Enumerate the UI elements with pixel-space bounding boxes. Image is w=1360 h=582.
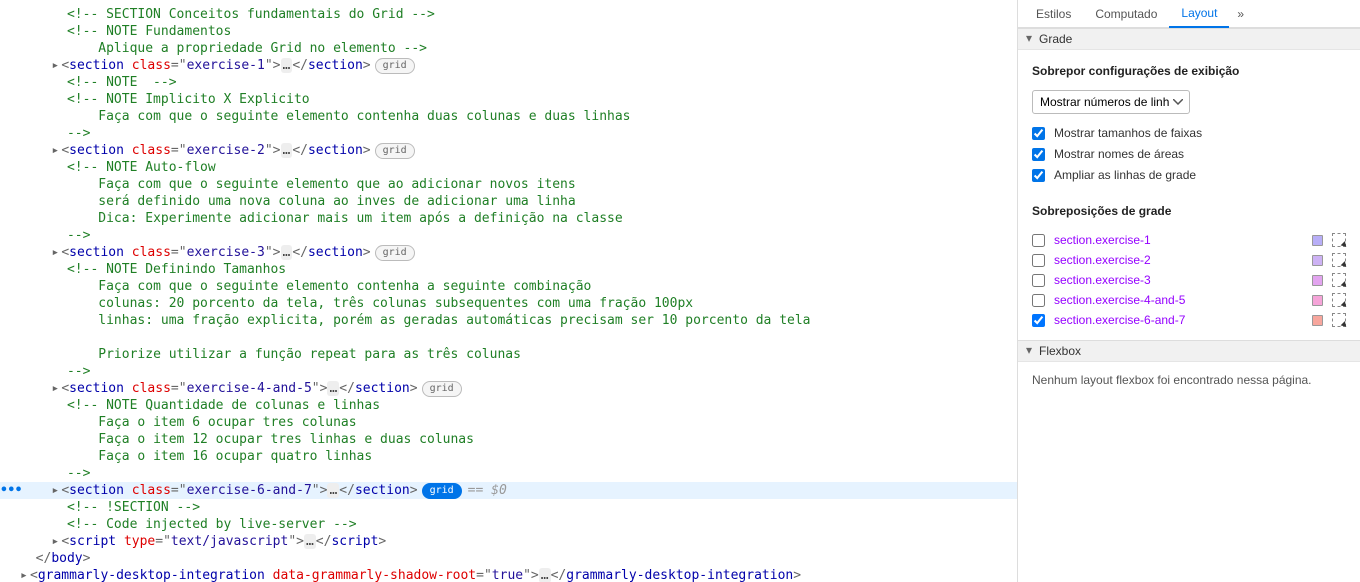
overlay-name[interactable]: section.exercise-2 <box>1054 253 1303 267</box>
code-line[interactable]: Priorize utilizar a função repeat para a… <box>0 346 1017 363</box>
overlay-color-swatch[interactable] <box>1312 275 1323 286</box>
tabs-overflow[interactable]: » <box>1229 3 1252 25</box>
code-line[interactable]: ▸<section class="exercise-1">…</section>… <box>0 57 1017 74</box>
code-line[interactable] <box>0 329 1017 346</box>
code-line[interactable]: Faça com que o seguinte elemento contenh… <box>0 108 1017 125</box>
code-line[interactable]: Aplique a propriedade Grid no elemento -… <box>0 40 1017 57</box>
overlay-name[interactable]: section.exercise-4-and-5 <box>1054 293 1303 307</box>
overlay-name[interactable]: section.exercise-6-and-7 <box>1054 313 1303 327</box>
overlay-name[interactable]: section.exercise-1 <box>1054 233 1303 247</box>
code-line[interactable]: <!-- SECTION Conceitos fundamentais do G… <box>0 6 1017 23</box>
overlay-checkbox[interactable] <box>1032 314 1045 327</box>
code-line[interactable]: ▸<section class="exercise-4-and-5">…</se… <box>0 380 1017 397</box>
section-header-grid[interactable]: ▾ Grade <box>1018 28 1360 50</box>
code-line[interactable]: Faça o item 12 ocupar tres linhas e duas… <box>0 431 1017 448</box>
code-line[interactable]: <!-- NOTE Implicito X Explicito <box>0 91 1017 108</box>
expander-icon[interactable]: ▸ <box>51 380 61 397</box>
cb-extend-lines[interactable] <box>1032 169 1045 182</box>
code-line[interactable]: Faça o item 16 ocupar quatro linhas <box>0 448 1017 465</box>
overlay-item: section.exercise-3 <box>1032 270 1346 290</box>
overlay-list: section.exercise-1 section.exercise-2 sect… <box>1032 230 1346 330</box>
overlay-checkbox[interactable] <box>1032 274 1045 287</box>
code-line[interactable]: linhas: uma fração explicita, porém as g… <box>0 312 1017 329</box>
code-line[interactable]: Dica: Experimente adicionar mais um item… <box>0 210 1017 227</box>
code-line[interactable]: Faça o item 6 ocupar tres colunas <box>0 414 1017 431</box>
sidebar-layout-panel: Estilos Computado Layout » ▾ Grade Sobre… <box>1017 0 1360 582</box>
grid-badge[interactable]: grid <box>422 381 462 397</box>
line-number-select[interactable]: Mostrar números de linha <box>1032 90 1190 114</box>
label-extend-lines: Ampliar as linhas de grade <box>1054 168 1196 182</box>
section-header-flex[interactable]: ▾ Flexbox <box>1018 340 1360 362</box>
grid-subhead: Sobrepor configurações de exibição <box>1032 64 1346 78</box>
element-picker-icon[interactable] <box>1332 313 1346 327</box>
tab-computed[interactable]: Computado <box>1083 1 1169 27</box>
overlay-item: section.exercise-4-and-5 <box>1032 290 1346 310</box>
code-line[interactable]: será definido uma nova coluna ao inves d… <box>0 193 1017 210</box>
code-line[interactable]: <!-- NOTE Definindo Tamanhos <box>0 261 1017 278</box>
overlay-subhead: Sobreposições de grade <box>1032 204 1346 218</box>
code-line[interactable]: ▸<grammarly-desktop-integration data-gra… <box>0 567 1017 582</box>
overlay-color-swatch[interactable] <box>1312 295 1323 306</box>
cb-track-sizes[interactable] <box>1032 127 1045 140</box>
code-line[interactable]: <!-- !SECTION --> <box>0 499 1017 516</box>
expander-icon[interactable]: ▸ <box>51 244 61 261</box>
eq-hint: == $0 <box>468 483 507 498</box>
selected-node-marker: ••• <box>0 482 18 499</box>
tab-layout[interactable]: Layout <box>1169 0 1229 28</box>
label-track-sizes: Mostrar tamanhos de faixas <box>1054 126 1202 140</box>
grid-badge[interactable]: grid <box>375 58 415 74</box>
code-line[interactable]: <!-- NOTE Auto-flow <box>0 159 1017 176</box>
code-line[interactable]: ▸<section class="exercise-2">…</section>… <box>0 142 1017 159</box>
overlay-item: section.exercise-2 <box>1032 250 1346 270</box>
code-line[interactable]: ••• ▸<section class="exercise-6-and-7">…… <box>0 482 1017 499</box>
element-picker-icon[interactable] <box>1332 253 1346 267</box>
cb-area-names[interactable] <box>1032 148 1045 161</box>
code-line[interactable]: --> <box>0 465 1017 482</box>
element-picker-icon[interactable] <box>1332 273 1346 287</box>
overlay-color-swatch[interactable] <box>1312 235 1323 246</box>
overlay-color-swatch[interactable] <box>1312 315 1323 326</box>
code-line[interactable]: <!-- NOTE --> <box>0 74 1017 91</box>
element-picker-icon[interactable] <box>1332 293 1346 307</box>
flexbox-empty-message: Nenhum layout flexbox foi encontrado nes… <box>1018 362 1360 398</box>
code-line[interactable]: <!-- NOTE Quantidade de colunas e linhas <box>0 397 1017 414</box>
sidebar-tabs: Estilos Computado Layout » <box>1018 0 1360 28</box>
expander-icon[interactable]: ▸ <box>51 57 61 74</box>
grid-badge[interactable]: grid <box>375 245 415 261</box>
element-picker-icon[interactable] <box>1332 233 1346 247</box>
code-line[interactable]: --> <box>0 227 1017 244</box>
code-line[interactable]: </body> <box>0 550 1017 567</box>
code-line[interactable]: ▸<section class="exercise-3">…</section>… <box>0 244 1017 261</box>
code-line[interactable]: Faça com que o seguinte elemento contenh… <box>0 278 1017 295</box>
twisty-icon: ▾ <box>1026 31 1036 45</box>
expander-icon[interactable]: ▸ <box>51 142 61 159</box>
grid-badge[interactable]: grid <box>422 483 462 499</box>
code-line[interactable]: <!-- Code injected by live-server --> <box>0 516 1017 533</box>
elements-tree[interactable]: <!-- SECTION Conceitos fundamentais do G… <box>0 0 1017 582</box>
overlay-checkbox[interactable] <box>1032 294 1045 307</box>
expander-icon[interactable]: ▸ <box>51 533 61 550</box>
expander-icon[interactable]: ▸ <box>51 482 61 499</box>
section-title: Flexbox <box>1039 344 1081 358</box>
code-line[interactable]: colunas: 20 porcento da tela, três colun… <box>0 295 1017 312</box>
twisty-icon: ▾ <box>1026 343 1036 357</box>
overlay-checkbox[interactable] <box>1032 234 1045 247</box>
code-line[interactable]: <!-- NOTE Fundamentos <box>0 23 1017 40</box>
overlay-color-swatch[interactable] <box>1312 255 1323 266</box>
expander-icon[interactable]: ▸ <box>20 567 30 582</box>
label-area-names: Mostrar nomes de áreas <box>1054 147 1184 161</box>
code-line[interactable]: --> <box>0 363 1017 380</box>
section-title: Grade <box>1039 32 1072 46</box>
overlay-item: section.exercise-1 <box>1032 230 1346 250</box>
code-line[interactable]: Faça com que o seguinte elemento que ao … <box>0 176 1017 193</box>
overlay-checkbox[interactable] <box>1032 254 1045 267</box>
grid-badge[interactable]: grid <box>375 143 415 159</box>
overlay-item: section.exercise-6-and-7 <box>1032 310 1346 330</box>
code-line[interactable]: --> <box>0 125 1017 142</box>
code-line[interactable]: ▸<script type="text/javascript">…</scrip… <box>0 533 1017 550</box>
overlay-name[interactable]: section.exercise-3 <box>1054 273 1303 287</box>
tab-styles[interactable]: Estilos <box>1024 1 1083 27</box>
grid-panel-body: Sobrepor configurações de exibição Mostr… <box>1018 50 1360 340</box>
